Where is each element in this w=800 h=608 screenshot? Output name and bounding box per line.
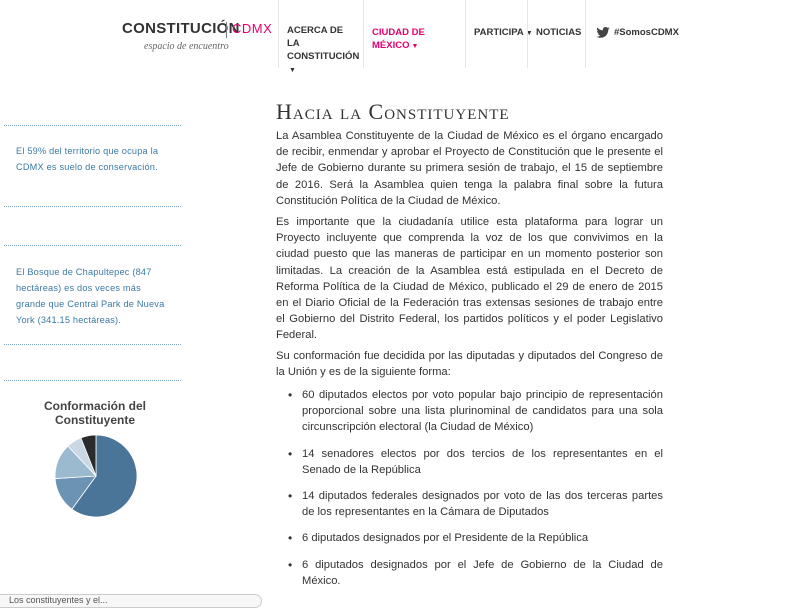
list-item: 14 diputados federales designados por vo… [288,488,663,520]
chevron-down-icon: ▼ [289,67,296,74]
composition-list: 60 diputados electos por voto popular ba… [288,387,663,599]
page-title: Hacia la Constituyente [276,99,510,124]
nav-noticias[interactable]: NOTICIAS [527,0,585,68]
list-item: 6 diputados designados por el Jefe de Go… [288,557,663,589]
bottom-link[interactable]: Los constituyentes y el... [0,594,262,608]
nav-noticias-label: NOTICIAS [536,27,582,38]
main-content: Hacia la Constituyente La Asamblea Const… [276,99,663,587]
nav-ciudad[interactable]: CIUDAD DE MÉXICO ▼ [363,0,465,68]
nav-participa[interactable]: PARTICIPA ▼ [465,0,533,68]
divider [4,245,181,246]
logo-cdmx: CDMX [232,21,273,36]
chevron-down-icon: ▼ [411,43,419,50]
list-item: 60 diputados electos por voto popular ba… [288,387,663,436]
fact-territorio: El 59% del territorio que ocupa la CDMX … [16,146,159,172]
main-nav: ACERCA DE LA CONSTITUCIÓN ▼ CIUDAD DE MÉX… [278,0,703,74]
list-item: 6 diputados designados por el Presidente… [288,530,663,546]
logo-name: CONSTITUCIÓN [122,20,240,37]
logo-separator [226,22,227,38]
constituyente-pie-chart [54,434,138,518]
top-header: CONSTITUCIÓN CDMX espacio de encuentro A… [0,0,800,74]
divider [4,125,181,126]
divider [4,344,181,345]
sidebar: El 59% del territorio que ocupa la CDMX … [0,68,182,600]
divider [4,206,181,207]
fact-chapultepec: El Bosque de Chapultepec (847 hectáreas)… [16,267,165,325]
list-item: 14 senadores electos por dos tercios de … [288,446,663,478]
nav-acerca-label: ACERCA DE LA CONSTITUCIÓN [287,25,360,62]
paragraph: La Asamblea Constituyente de la Ciudad d… [276,130,663,207]
paragraph: Su conformación fue decidida por las dip… [276,350,663,379]
chart-title: Conformación del Constituyente [43,399,146,427]
nav-somoscdmx[interactable]: #SomosCDMX [585,0,703,68]
twitter-icon [596,27,610,38]
divider [4,380,181,381]
nav-somoscdmx-label: #SomosCDMX [614,27,679,38]
nav-acerca[interactable]: ACERCA DE LA CONSTITUCIÓN ▼ [278,0,363,74]
nav-participa-label: PARTICIPA [474,27,524,38]
logo-tagline: espacio de encuentro [144,41,229,52]
site-logo[interactable]: CONSTITUCIÓN CDMX espacio de encuentro [122,20,272,54]
paragraph: Es importante que la ciudadanía utilice … [276,216,663,342]
